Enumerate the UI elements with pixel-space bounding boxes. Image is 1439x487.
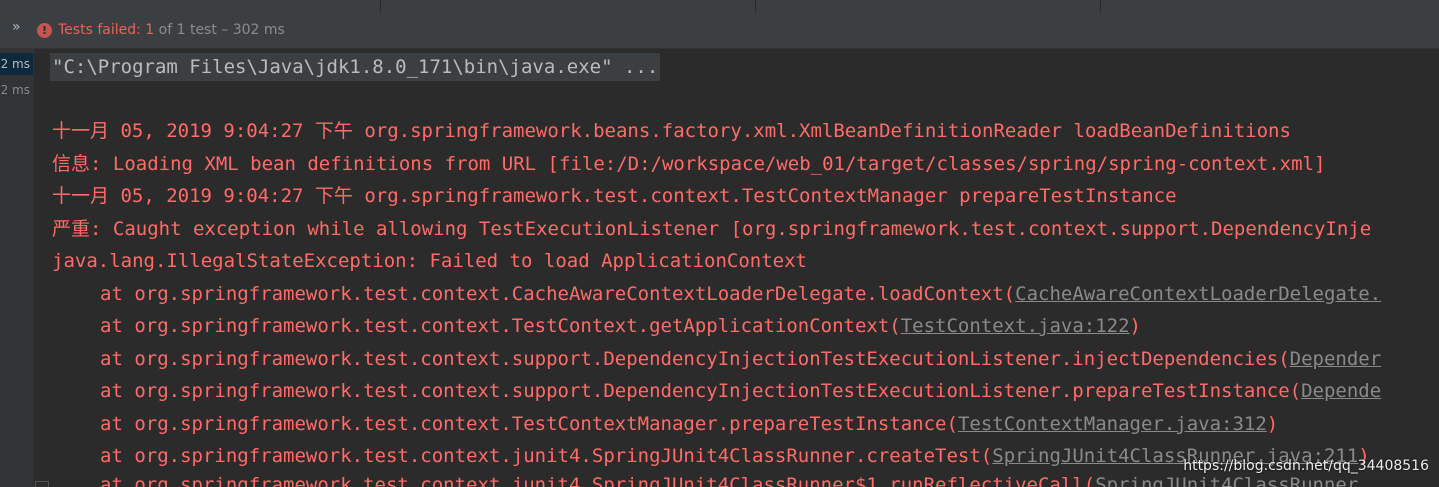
stack-frame: at org.springframework.test.context.supp… [52,345,1381,373]
watermark: https://blog.csdn.net/qq_34408516 [1183,458,1429,474]
test-result-summary: Tests failed: 1 of 1 test – 302 ms [58,21,285,39]
stack-frame: at org.springframework.test.context.Test… [52,410,1278,438]
stack-frame: at org.springframework.test.context.juni… [52,471,1370,487]
stack-frame-method: at org.springframework.test.context.juni… [100,445,993,467]
log-line: 十一月 05, 2019 9:04:27 下午 org.springframew… [52,120,1291,142]
stack-frame-method: at org.springframework.test.context.supp… [100,380,1302,402]
source-link[interactable]: Depende [1301,380,1381,402]
error-icon: ! [37,23,52,38]
test-tree-gutter: 2 ms 2 ms [0,49,34,487]
expand-chevron-icon[interactable]: » [12,19,21,35]
stack-frame-method: at org.springframework.test.context.supp… [100,348,1290,370]
log-line: 信息: Loading XML bean definitions from UR… [52,153,1326,175]
exception-line: java.lang.IllegalStateException: Failed … [52,250,807,272]
source-link[interactable]: Depender [1290,348,1382,370]
console-output[interactable]: "C:\Program Files\Java\jdk1.8.0_171\bin\… [34,49,1439,487]
stack-frame-method: at org.springframework.test.context.juni… [100,474,1096,487]
stack-frame: at org.springframework.test.context.supp… [52,377,1381,405]
log-line: 严重: Caught exception while allowing Test… [52,218,1372,240]
source-link[interactable]: SpringJUnit4ClassRunner. [1095,474,1370,487]
tests-total-duration: of 1 test – 302 ms [158,22,285,38]
stack-frame-suffix: ) [1266,413,1279,435]
log-line: 十一月 05, 2019 9:04:27 下午 org.springframew… [52,185,1177,207]
test-node-duration[interactable]: 2 ms [0,53,33,75]
stack-frame: at org.springframework.test.context.Cach… [52,280,1381,308]
toolbar-divider [755,0,756,12]
stack-frame-method: at org.springframework.test.context.Cach… [100,283,1016,305]
source-link[interactable]: CacheAwareContextLoaderDelegate. [1015,283,1381,305]
stack-frame: at org.springframework.test.context.juni… [52,442,1370,470]
test-runner-window: » ! Tests failed: 1 of 1 test – 302 ms 2… [0,0,1439,487]
stack-frame: at org.springframework.test.context.Test… [52,312,1141,340]
stack-frame-method: at org.springframework.test.context.Test… [100,315,901,337]
source-link[interactable]: TestContext.java:122 [901,315,1130,337]
test-status-bar: » ! Tests failed: 1 of 1 test – 302 ms [0,12,1439,49]
scroll-marker [35,481,49,487]
stack-frame-method: at org.springframework.test.context.Test… [100,413,958,435]
tests-failed-label: Tests failed: [58,22,141,38]
tests-failed-count: 1 [145,22,155,38]
source-link[interactable]: TestContextManager.java:312 [958,413,1267,435]
test-node-duration[interactable]: 2 ms [0,79,33,101]
toolbar-divider [380,0,381,12]
java-command-line[interactable]: "C:\Program Files\Java\jdk1.8.0_171\bin\… [50,53,661,81]
toolbar-divider [1100,0,1101,12]
stack-frame-suffix: ) [1129,315,1141,337]
